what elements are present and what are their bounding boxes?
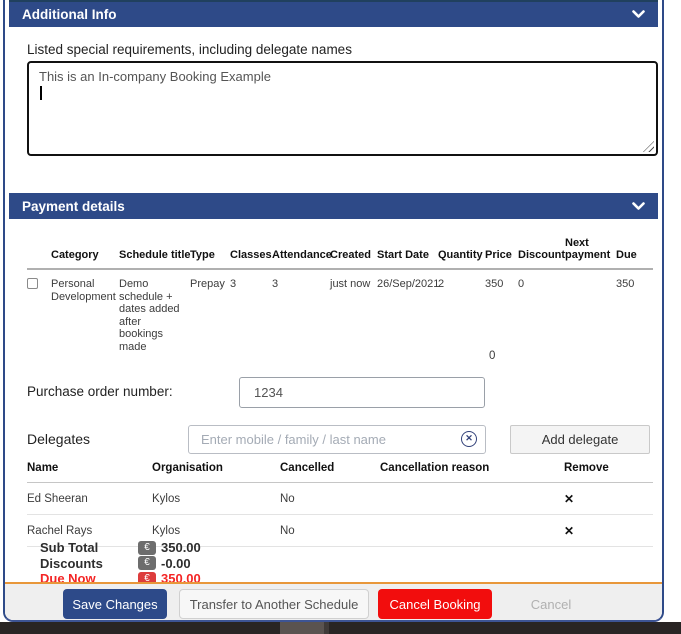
col-next-payment: Next payment [565, 237, 616, 269]
col-name: Name [27, 458, 152, 483]
totals-block: Sub Total € 350.00 Discounts € -0.00 Due… [40, 540, 201, 587]
remove-delegate-icon[interactable]: ✕ [564, 492, 574, 506]
payment-details-header[interactable]: Payment details [9, 193, 658, 219]
subtotal-value: 350.00 [161, 540, 201, 555]
col-category: Category [51, 237, 119, 269]
payment-row: Personal Development Demo schedule + dat… [27, 269, 653, 353]
chevron-down-icon[interactable] [632, 202, 645, 211]
col-created: Created [330, 237, 377, 269]
cell-type: Prepay [190, 269, 230, 353]
select-column-header [27, 237, 51, 269]
delegates-table: Name Organisation Cancelled Cancellation… [27, 458, 653, 547]
col-cancelled: Cancelled [280, 458, 380, 483]
payment-table: Category Schedule title Type Classes Att… [27, 237, 653, 353]
col-price: Price [485, 237, 518, 269]
save-changes-button[interactable]: Save Changes [63, 589, 167, 619]
booking-modal: Additional Info Listed special requireme… [3, 0, 664, 622]
discounts-row: Discounts € -0.00 [40, 556, 201, 572]
col-start-date: Start Date [377, 237, 438, 269]
delegates-header-row: Name Organisation Cancelled Cancellation… [27, 458, 653, 483]
remove-delegate-icon[interactable]: ✕ [564, 524, 574, 538]
col-discount: Discount [518, 237, 565, 269]
add-delegate-button[interactable]: Add delegate [510, 425, 650, 454]
col-quantity: Quantity [438, 237, 485, 269]
col-schedule-title: Schedule title [119, 237, 190, 269]
cell-created: just now [330, 269, 377, 353]
euro-badge-icon: € [138, 541, 156, 555]
cell-cancelled: No [280, 515, 380, 547]
special-requirements-text: This is an In-company Booking Example [39, 69, 271, 84]
col-due: Due [616, 237, 653, 269]
cancel-booking-button[interactable]: Cancel Booking [378, 589, 492, 619]
cell-cancellation-reason [380, 515, 564, 547]
row-select-checkbox[interactable] [27, 278, 38, 289]
discount-total: 0 [489, 350, 495, 362]
clear-search-icon[interactable]: ✕ [461, 431, 477, 447]
modal-footer: Save Changes Transfer to Another Schedul… [5, 582, 662, 620]
cell-attendance: 3 [272, 269, 330, 353]
col-remove: Remove [564, 458, 653, 483]
bottom-scrollbar-track[interactable] [0, 622, 681, 634]
cell-organisation: Kylos [152, 483, 280, 515]
cell-classes: 3 [230, 269, 272, 353]
cell-category: Personal Development [51, 269, 119, 353]
cancel-button[interactable]: Cancel [495, 589, 607, 619]
chevron-down-icon[interactable] [632, 10, 645, 19]
cell-schedule-title: Demo schedule + dates added after bookin… [119, 269, 190, 353]
delegates-label: Delegates [27, 431, 90, 447]
additional-info-title: Additional Info [22, 7, 116, 22]
delegate-search-wrap: ✕ [188, 425, 486, 454]
special-requirements-label: Listed special requirements, including d… [27, 42, 352, 57]
cell-price: 350 [485, 269, 518, 353]
cell-cancelled: No [280, 483, 380, 515]
delegate-row: Ed Sheeran Kylos No ✕ [27, 483, 653, 515]
transfer-schedule-button[interactable]: Transfer to Another Schedule [179, 589, 369, 619]
cell-discount: 0 [518, 269, 565, 353]
cell-start-date: 26/Sep/2021 [377, 269, 438, 353]
col-type: Type [190, 237, 230, 269]
cell-name: Ed Sheeran [27, 483, 152, 515]
payment-table-header-row: Category Schedule title Type Classes Att… [27, 237, 653, 269]
text-cursor [40, 86, 42, 100]
col-organisation: Organisation [152, 458, 280, 483]
payment-details-title: Payment details [22, 199, 125, 214]
additional-info-header[interactable]: Additional Info [9, 2, 658, 27]
resize-grip-icon[interactable] [643, 141, 654, 152]
scrollbar-notch [324, 622, 329, 634]
cell-cancellation-reason [380, 483, 564, 515]
subtotal-row: Sub Total € 350.00 [40, 540, 201, 556]
col-cancellation-reason: Cancellation reason [380, 458, 564, 483]
cell-next-payment [565, 269, 616, 353]
cell-quantity: 2 [438, 269, 485, 353]
delegate-search-input[interactable] [188, 425, 486, 454]
special-requirements-textarea[interactable]: This is an In-company Booking Example [27, 61, 658, 156]
discounts-label: Discounts [40, 556, 138, 571]
discounts-value: -0.00 [161, 556, 191, 571]
col-classes: Classes [230, 237, 272, 269]
euro-badge-icon: € [138, 556, 156, 570]
subtotal-label: Sub Total [40, 540, 138, 555]
purchase-order-input[interactable] [239, 377, 485, 408]
col-attendance: Attendance [272, 237, 330, 269]
cell-due: 350 [616, 269, 653, 353]
scrollbar-thumb[interactable] [280, 622, 324, 634]
purchase-order-label: Purchase order number: [27, 384, 173, 399]
